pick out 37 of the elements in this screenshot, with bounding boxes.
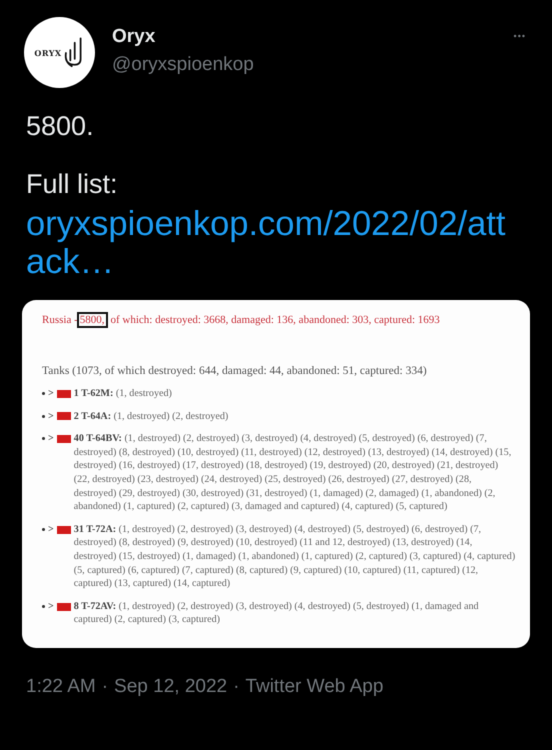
bullet-icon: [42, 437, 45, 440]
flag-icon: [56, 526, 71, 534]
timestamp[interactable]: Sep 12, 2022: [114, 676, 228, 698]
tweet-text: Full list:: [26, 168, 119, 201]
more-button[interactable]: •••: [514, 31, 526, 41]
bullet-icon: [42, 528, 45, 532]
author-handle[interactable]: @oryxspioenkop: [112, 54, 514, 76]
tweet-text: 5800.: [26, 110, 95, 143]
entry-text: 40 T-64BV: (1, destroyed) (2, destroyed) (3, destroyed) (4, destroyed) (5, destroyed) (6, destroyed) (7, destroyed) (8, destroyed) (10, destroyed) (11, destroyed) (12, destroyed) (13, destroyed) (14, destroyed) (15, destroyed) (16, destroyed) (17, destroyed) (18, destroyed) (19, destroyed) (20, destroyed) (21, destroyed) (22, destroyed) (23, destroyed) (24, destroyed) (25, destroyed) (26, destroyed) (27, destroyed) (28, destroyed) (29, destroyed) (30, destroyed) (31, destroyed) (1, damaged) (2, damaged) (1, abandoned) (2, abandoned) (1, captured) (2, captured) (3, damaged and captured) (4, captured) (5, captured): [74, 432, 512, 514]
highlighted-count: 5800,: [76, 312, 108, 328]
entry-text: 2 T-64A: (1, destroyed) (2, destroyed): [74, 410, 230, 424]
separator: ·: [102, 676, 108, 698]
avatar-label: ORYX: [34, 48, 62, 58]
avatar[interactable]: ORYX: [24, 17, 95, 88]
expand-marker[interactable]: >: [48, 600, 54, 614]
expand-marker[interactable]: >: [48, 432, 54, 446]
flag-icon: [56, 602, 71, 611]
bullet-icon: [42, 605, 45, 608]
timestamp[interactable]: 1:22 AM: [26, 676, 96, 698]
expand-marker[interactable]: >: [48, 387, 54, 401]
bullet-icon: [42, 392, 45, 396]
bullet-icon: [42, 414, 45, 418]
entry-text: 8 T-72AV: (1, destroyed) (2, destroyed) (3, destroyed) (4, destroyed) (5, destroyed) (1, damaged and captured) (2, captured) (3, captured): [74, 600, 480, 627]
entry-text: 31 T-72A: (1, destroyed) (2, destroyed) (3, destroyed) (4, destroyed) (5, destroyed) (6, destroyed) (7, destroyed) (8, destroyed) (9, destroyed) (10, destroyed) (11 and 12, destroyed) (13, destroyed) (14, destroyed) (15, destroyed) (1, damaged) (1, abandoned) (1, captured) (2, captured) (3, captured) (4, captured) (5, captured) (6, captured) (7, captured) (8, captured) (9, captured) (10, captured) (11, captured) (12, captured) (13, captured) (14, captured): [74, 522, 516, 591]
separator: ·: [233, 676, 240, 698]
section-heading: Tanks (1073, of which destroyed: 644, damaged: 44, abandoned: 51, captured: 334): [42, 365, 428, 377]
expand-marker[interactable]: >: [48, 522, 54, 536]
author-name[interactable]: Oryx: [112, 26, 514, 48]
flag-icon: [56, 390, 71, 398]
flag-icon: [56, 434, 71, 443]
expand-marker[interactable]: >: [48, 410, 54, 424]
headline-text: of which: destroyed: 3668, damaged: 136, abandoned: 303, captured: 1693: [110, 314, 440, 326]
tweet-link[interactable]: oryxspioenkop.com/2022/02/attack…: [26, 205, 516, 281]
source-link[interactable]: Twitter Web App: [245, 676, 384, 698]
attached-image[interactable]: [22, 300, 530, 648]
flag-icon: [56, 412, 71, 420]
entry-text: 1 T-62M: (1, destroyed): [74, 387, 173, 401]
